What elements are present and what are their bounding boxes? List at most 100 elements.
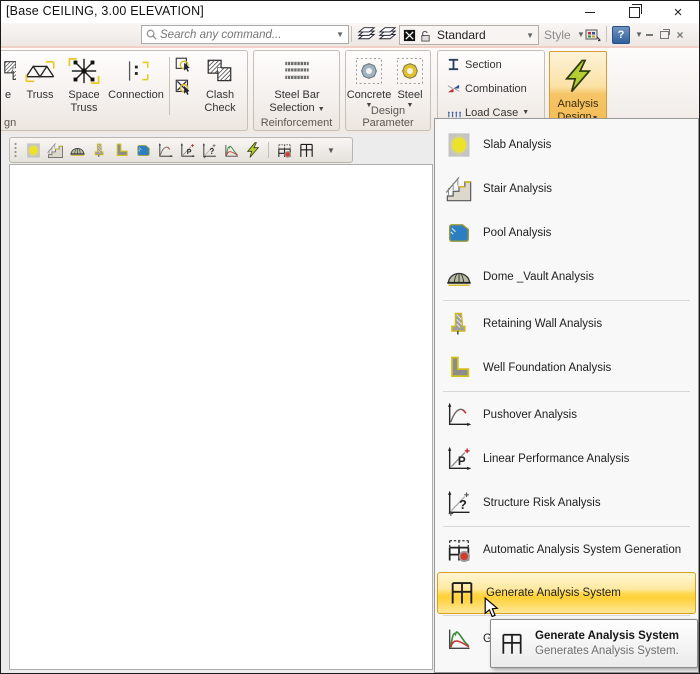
menu-item-structure-risk-analysis[interactable]: Structure Risk Analysis [435, 481, 698, 525]
separator [351, 26, 352, 42]
spectrum-icon [223, 142, 240, 159]
ribbon-button-partial[interactable]: e [0, 54, 16, 102]
pool-icon [135, 142, 152, 159]
help-button[interactable]: ? [612, 26, 630, 44]
stair-icon [445, 175, 473, 203]
quick-access-bar: ▼ Standard ▼ Style ▼ ? ▼ × [1, 23, 699, 47]
toolbar-slab-analysis-button[interactable] [24, 141, 43, 160]
pool-icon [445, 219, 473, 247]
layer-order-down-button[interactable] [378, 26, 397, 48]
menu-item-automatic-analysis-system-generation[interactable]: Automatic Analysis System Generation [435, 528, 698, 572]
menu-item-well-foundation-analysis[interactable]: Well Foundation Analysis [435, 346, 698, 390]
ribbon-button-section[interactable]: Section [446, 57, 502, 72]
tooltip-generate-analysis-system: Generate Analysis System Generates Analy… [490, 619, 698, 668]
layer-order-up-button[interactable] [357, 26, 376, 48]
menu-item-pushover-analysis[interactable]: Pushover Analysis [435, 393, 698, 437]
mouse-cursor-icon [484, 597, 499, 618]
standard-style-combobox[interactable]: Standard ▼ [399, 25, 539, 45]
toolbar-dome-analysis-button[interactable] [68, 141, 87, 160]
menu-item-dome-vault-analysis[interactable]: Dome _Vault Analysis [435, 255, 698, 299]
separator [606, 26, 607, 42]
small-select-button-1[interactable] [174, 56, 192, 79]
menu-item-linear-performance-analysis[interactable]: Linear Performance Analysis [435, 437, 698, 481]
lightning-bolt-icon [561, 56, 595, 96]
grid-red-dot-icon [276, 142, 293, 159]
drawing-canvas[interactable] [9, 164, 433, 670]
toolbar-retaining-wall-button[interactable] [90, 141, 109, 160]
window-title: [Base CEILING, 3.00 ELEVATION] [6, 4, 204, 18]
window-restore-button[interactable] [623, 5, 645, 20]
partial-icon [2, 57, 16, 85]
ribbon-button-steel[interactable]: Steel ▼ [392, 54, 428, 109]
ribbon-button-combination[interactable]: Combination [446, 81, 527, 96]
toolbar-automatic-analysis-button[interactable] [275, 141, 294, 160]
grid-frame-icon [448, 579, 476, 607]
linear-performance-icon [179, 142, 196, 159]
menu-item-retaining-wall-analysis[interactable]: Retaining Wall Analysis [435, 302, 698, 346]
dome-icon [445, 263, 473, 291]
document-minimize-button[interactable] [642, 29, 656, 41]
steel-gear-icon [395, 56, 425, 86]
connection-icon [121, 57, 151, 85]
minimize-icon [646, 34, 653, 36]
standard-dropdown-arrow-icon[interactable]: ▼ [522, 31, 538, 40]
toolbar-overflow-arrow-icon[interactable]: ▼ [327, 146, 335, 155]
toolbar-pushover-button[interactable] [156, 141, 175, 160]
menu-item-slab-analysis[interactable]: Slab Analysis [435, 123, 698, 167]
toolbar-linear-performance-button[interactable] [178, 141, 197, 160]
toolbar-spectrum-button[interactable] [222, 141, 241, 160]
toolbar-well-foundation-button[interactable] [112, 141, 131, 160]
toolbar-generate-analysis-button[interactable] [297, 141, 316, 160]
select-region-icon [174, 56, 192, 74]
menu-item-pool-analysis[interactable]: Pool Analysis [435, 211, 698, 255]
window-close-button[interactable]: × [667, 5, 689, 20]
group-label-reinforcement: Reinforcement [254, 117, 339, 129]
deselect-region-icon [174, 78, 192, 96]
layers-down-icon [378, 26, 397, 43]
toolbar-grip[interactable] [14, 142, 17, 158]
tooltip-description: Generates Analysis System. [535, 645, 679, 657]
pushover-icon [445, 401, 473, 429]
command-search-box[interactable]: ▼ [141, 25, 349, 44]
toolbar-structure-risk-button[interactable] [200, 141, 219, 160]
small-select-button-2[interactable] [174, 78, 192, 101]
group-label-design: gn [0, 117, 247, 129]
ribbon-button-space-truss[interactable]: Space Truss [62, 54, 106, 114]
analysis-design-menu: Slab Analysis Stair Analysis Pool Analys… [434, 118, 699, 673]
grid-red-dot-icon [445, 536, 473, 564]
slab-icon [445, 131, 473, 159]
document-restore-button[interactable] [657, 29, 671, 41]
toolbar-pool-analysis-button[interactable] [134, 141, 153, 160]
render-style-icon [585, 27, 601, 43]
ribbon-button-concrete[interactable]: Concrete ▼ [348, 54, 390, 109]
search-input[interactable] [158, 29, 332, 41]
style-button[interactable]: Style [544, 28, 571, 42]
menu-item-generate-analysis-system[interactable]: Generate Analysis System [437, 572, 696, 614]
restore-icon [660, 31, 669, 39]
document-close-button[interactable]: × [673, 29, 687, 41]
menu-separator [443, 615, 690, 616]
window-minimize-button[interactable] [579, 5, 601, 20]
close-icon: × [676, 29, 683, 41]
separator [169, 57, 170, 115]
section-icon [446, 57, 461, 72]
toolbar-stair-analysis-button[interactable] [46, 141, 65, 160]
ribbon-button-truss[interactable]: Truss [20, 54, 60, 102]
ribbon-group-reinforcement: Steel Bar Selection ▼ Reinforcement [253, 50, 340, 131]
linear-performance-icon [445, 445, 473, 473]
xbox-icon [403, 29, 416, 42]
structure-risk-icon [201, 142, 218, 159]
lightning-bolt-icon [245, 142, 261, 158]
ribbon-button-connection[interactable]: Connection [106, 54, 166, 102]
dropdown-arrow-icon: ▼ [522, 109, 529, 116]
search-dropdown-arrow-icon[interactable]: ▼ [332, 30, 348, 39]
menu-separator [443, 391, 690, 392]
standard-value: Standard [437, 28, 486, 42]
ribbon-button-clash-check[interactable]: Clash Check [196, 54, 244, 114]
ribbon-button-steel-bar-selection[interactable]: Steel Bar Selection ▼ [264, 54, 330, 114]
render-style-button[interactable] [585, 27, 601, 48]
group-label-design-parameter: Design Parameter [346, 105, 430, 129]
toolbar-analysis-button[interactable] [244, 141, 263, 160]
menu-item-stair-analysis[interactable]: Stair Analysis [435, 167, 698, 211]
combination-icon [446, 81, 461, 96]
